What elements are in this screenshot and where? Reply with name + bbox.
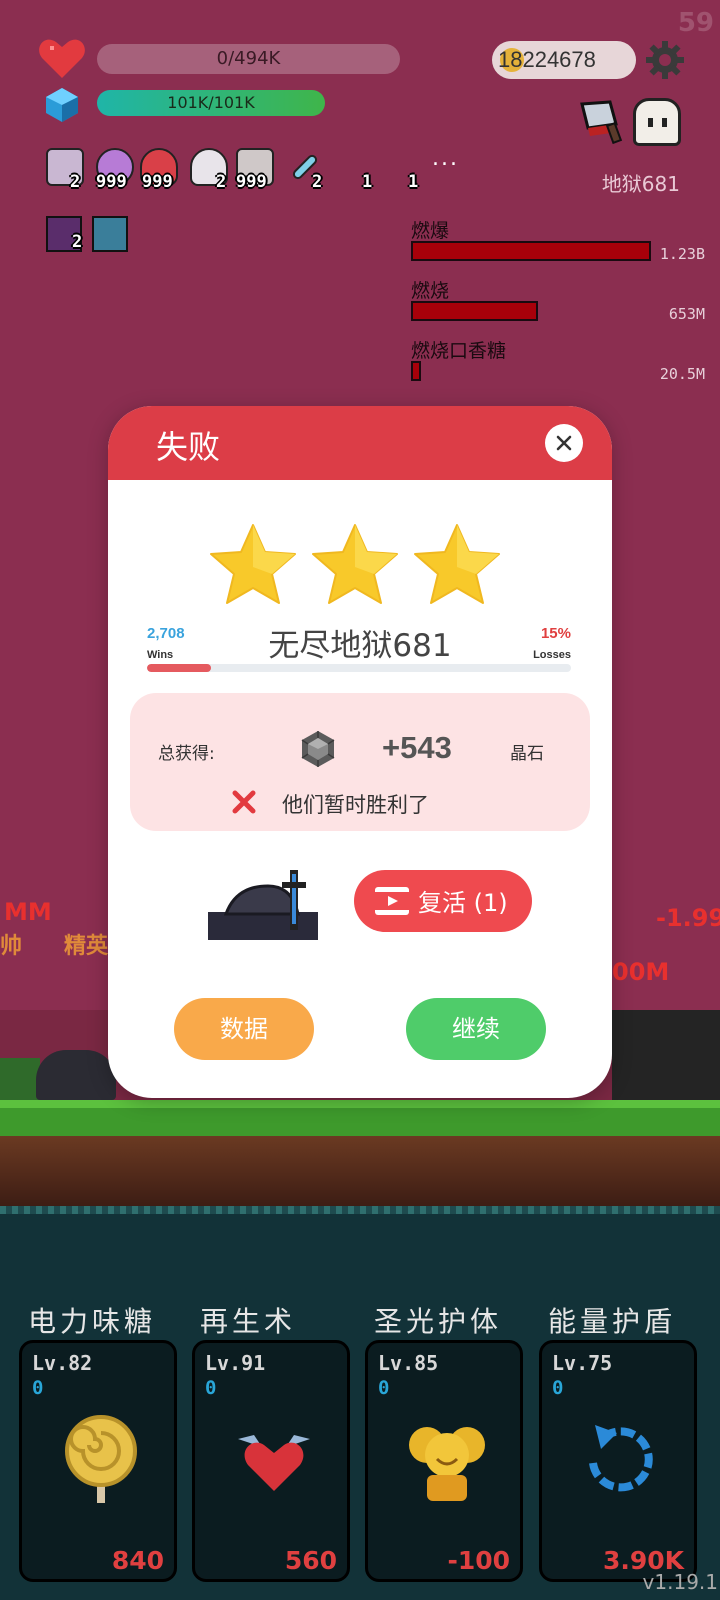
mana-text: 101K/101K (167, 93, 255, 112)
stats-button[interactable]: 数据 (174, 998, 314, 1060)
lamp-buff-icon[interactable] (92, 216, 128, 252)
dot-bar (411, 301, 538, 321)
reward-label: 总获得: (158, 744, 215, 764)
refresh-arrow-icon (589, 1425, 653, 1492)
win-loss-progress (147, 664, 571, 672)
grass (0, 1100, 720, 1136)
winged-heart-icon (238, 1435, 310, 1491)
version-label: v1.19.1 (642, 1570, 718, 1594)
skill-name: 能量护盾 (548, 1305, 677, 1338)
skill-level: Lv.82 (32, 1351, 93, 1375)
close-button[interactable] (545, 424, 583, 462)
skill-level: Lv.75 (552, 1351, 613, 1375)
boss-tombstone-icon (208, 870, 318, 940)
dot-value: 1.23B (659, 245, 705, 263)
ghost-icon[interactable] (633, 98, 681, 146)
hp-text: 0/494K (216, 48, 281, 69)
buff-count: 2 (216, 172, 227, 192)
buff-count: 2 (312, 172, 323, 192)
dot-label: 燃烧口香糖 (411, 340, 507, 362)
mana-gem-icon (46, 88, 78, 122)
gear-icon[interactable] (645, 40, 685, 80)
dot-value: 653M (668, 305, 705, 323)
skill-card-4[interactable]: Lv.75 0 3.90K (539, 1340, 697, 1582)
coin-counter: 18224678 (492, 41, 636, 79)
dot-value: 20.5M (659, 365, 705, 383)
buff-count: 1 (362, 172, 373, 192)
damage-text: -1.99 (656, 904, 720, 932)
progress-fill (147, 664, 211, 672)
skill-cost: 840 (111, 1546, 164, 1575)
skill-count: 0 (378, 1377, 390, 1399)
defeat-dialog: 失败 2,708 Wins 无尽地狱681 15% Losses 总获得: +5… (108, 406, 612, 1098)
skill-name: 再生术 (200, 1305, 297, 1338)
dialog-header: 失败 (108, 406, 612, 480)
fps-counter: 59 (677, 8, 714, 38)
buff-count: 1 (408, 172, 419, 192)
mana-bar: 101K/101K (97, 90, 325, 116)
dot-bar (411, 361, 421, 381)
lollipop-icon (65, 1415, 137, 1503)
stage-label: 地狱681 (601, 172, 680, 196)
continue-label: 继续 (452, 1015, 500, 1043)
more-buffs-icon[interactable]: ... (432, 146, 459, 171)
dirt (0, 1136, 720, 1206)
star-icon (210, 524, 296, 604)
cleaver-icon[interactable] (576, 98, 626, 144)
star-icon (414, 524, 500, 604)
enemy-prefix-text: 帅 (0, 934, 23, 959)
stats-label: 数据 (220, 1015, 268, 1043)
losses-label: Losses (533, 649, 571, 661)
skill-count: 0 (32, 1377, 44, 1399)
golden-idol-icon (409, 1427, 485, 1501)
losses-percent: 15% (540, 625, 571, 642)
damage-text: 00M (612, 958, 670, 986)
skill-count: 0 (552, 1377, 564, 1399)
enemy-silhouette (36, 1050, 116, 1100)
reward-box: 总获得: +543 晶石 他们暂时胜利了 (130, 693, 590, 831)
continue-button[interactable]: 继续 (406, 998, 546, 1060)
skill-level: Lv.85 (378, 1351, 439, 1375)
buff-count: 2 (72, 232, 83, 252)
skill-cost: 560 (284, 1546, 337, 1575)
revive-label: 复活 (1) (418, 889, 508, 917)
skill-name: 圣光护体 (374, 1305, 503, 1338)
close-icon (556, 435, 572, 451)
dot-bar (411, 241, 651, 261)
skill-card-1[interactable]: Lv.82 0 840 (19, 1340, 177, 1582)
buff-count: 999 (142, 172, 173, 192)
dialog-title: 失败 (156, 428, 221, 466)
reward-unit: 晶石 (510, 744, 544, 764)
video-ad-icon (375, 887, 409, 915)
damage-text: MM (4, 898, 52, 926)
star-icon (312, 524, 398, 604)
skill-name: 电力味糖 (28, 1305, 157, 1338)
hp-bar: 0/494K (97, 44, 400, 74)
elite-tag: 精英 (64, 934, 109, 959)
dot-label: 燃烧 (411, 280, 450, 302)
buff-count: 999 (96, 172, 127, 192)
reward-amount: +543 (382, 730, 452, 765)
cross-icon (232, 790, 256, 814)
skill-count: 0 (205, 1377, 217, 1399)
buff-count: 999 (236, 172, 267, 192)
coin-amount: 18224678 (498, 47, 596, 72)
crystal-icon (301, 731, 335, 767)
heart-icon (39, 39, 85, 78)
buff-count: 2 (70, 172, 81, 192)
skill-card-2[interactable]: Lv.91 0 560 (192, 1340, 350, 1582)
dot-label: 燃爆 (411, 220, 450, 242)
hill (0, 1058, 40, 1102)
skill-card-3[interactable]: Lv.85 0 -100 (365, 1340, 523, 1582)
hill (612, 1010, 720, 1100)
revive-button[interactable]: 复活 (1) (354, 870, 532, 932)
skill-level: Lv.91 (205, 1351, 266, 1375)
skill-cost: -100 (447, 1546, 510, 1575)
fail-message: 他们暂时胜利了 (282, 793, 429, 817)
